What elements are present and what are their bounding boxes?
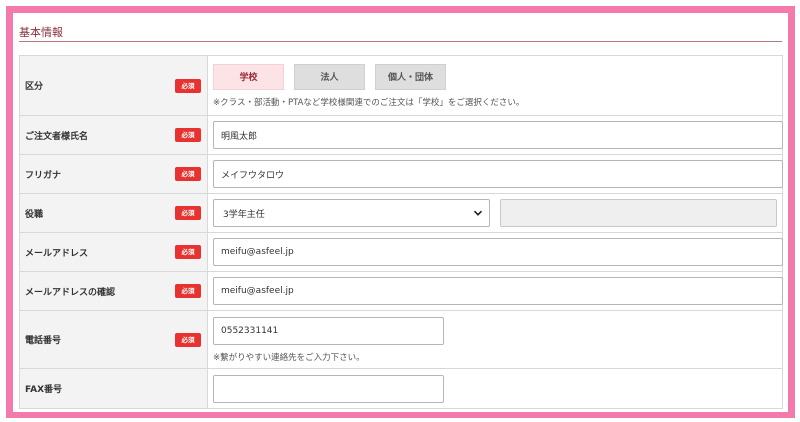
category-note: ※クラス・部活動・PTAなど学校様関連でのご注文は「学校」をご選択ください。 (213, 97, 525, 108)
label-email-confirm: メールアドレスの確認 (25, 287, 116, 298)
form-panel: 基本情報 区分 必須 学校 法人 個人・団体 ※クラス・部活動・PTAなど学校様… (13, 13, 788, 412)
row-category: 区分 必須 学校 法人 個人・団体 ※クラス・部活動・PTAなど学校様関連でのご… (19, 55, 783, 116)
basic-info-table: 区分 必須 学校 法人 個人・団体 ※クラス・部活動・PTAなど学校様関連でのご… (19, 55, 783, 409)
label-fax: FAX番号 (25, 385, 63, 395)
category-tabs: 学校 法人 個人・団体 (213, 63, 777, 90)
label-name: ご注文者様氏名 (25, 131, 89, 142)
name-input[interactable] (213, 121, 783, 149)
phone-input[interactable] (213, 316, 444, 345)
required-badge: 必須 (175, 245, 201, 259)
position-select[interactable]: 3学年主任 (213, 199, 491, 227)
row-kana: フリガナ 必須 (19, 154, 783, 194)
category-option-corporation[interactable]: 法人 (294, 63, 365, 90)
phone-note: ※繋がりやすい連絡先をご入力下さい。 (213, 352, 365, 363)
row-phone: 電話番号 必須 ※繋がりやすい連絡先をご入力下さい。 (19, 310, 783, 369)
required-badge: 必須 (175, 167, 201, 181)
kana-input[interactable] (213, 160, 783, 188)
section-title: 基本情報 (19, 26, 63, 39)
section-divider (19, 41, 782, 42)
required-badge: 必須 (175, 78, 201, 93)
label-phone: 電話番号 (25, 336, 62, 346)
email-confirm-input[interactable] (213, 277, 783, 305)
row-email: メールアドレス 必須 (19, 232, 783, 272)
label-kana: フリガナ (25, 170, 62, 181)
label-email: メールアドレス (25, 248, 89, 259)
fax-input[interactable] (213, 374, 444, 403)
category-option-individual[interactable]: 個人・団体 (375, 63, 446, 90)
required-badge: 必須 (175, 284, 201, 298)
label-position: 役職 (25, 209, 44, 220)
row-position: 役職 必須 3学年主任 (19, 193, 783, 233)
row-fax: FAX番号 (19, 368, 783, 409)
label-category: 区分 (25, 82, 44, 92)
highlight-frame: 基本情報 区分 必須 学校 法人 個人・団体 ※クラス・部活動・PTAなど学校様… (6, 6, 795, 418)
required-badge: 必須 (175, 206, 201, 220)
required-badge: 必須 (175, 128, 201, 142)
email-input[interactable] (213, 238, 783, 266)
chevron-down-icon (474, 210, 483, 216)
row-name: ご注文者様氏名 必須 (19, 115, 783, 155)
required-badge: 必須 (175, 332, 201, 347)
position-selected-value: 3学年主任 (223, 209, 265, 220)
row-email-confirm: メールアドレスの確認 必須 (19, 271, 783, 311)
position-other-input[interactable] (500, 199, 777, 227)
category-option-school[interactable]: 学校 (213, 63, 284, 90)
